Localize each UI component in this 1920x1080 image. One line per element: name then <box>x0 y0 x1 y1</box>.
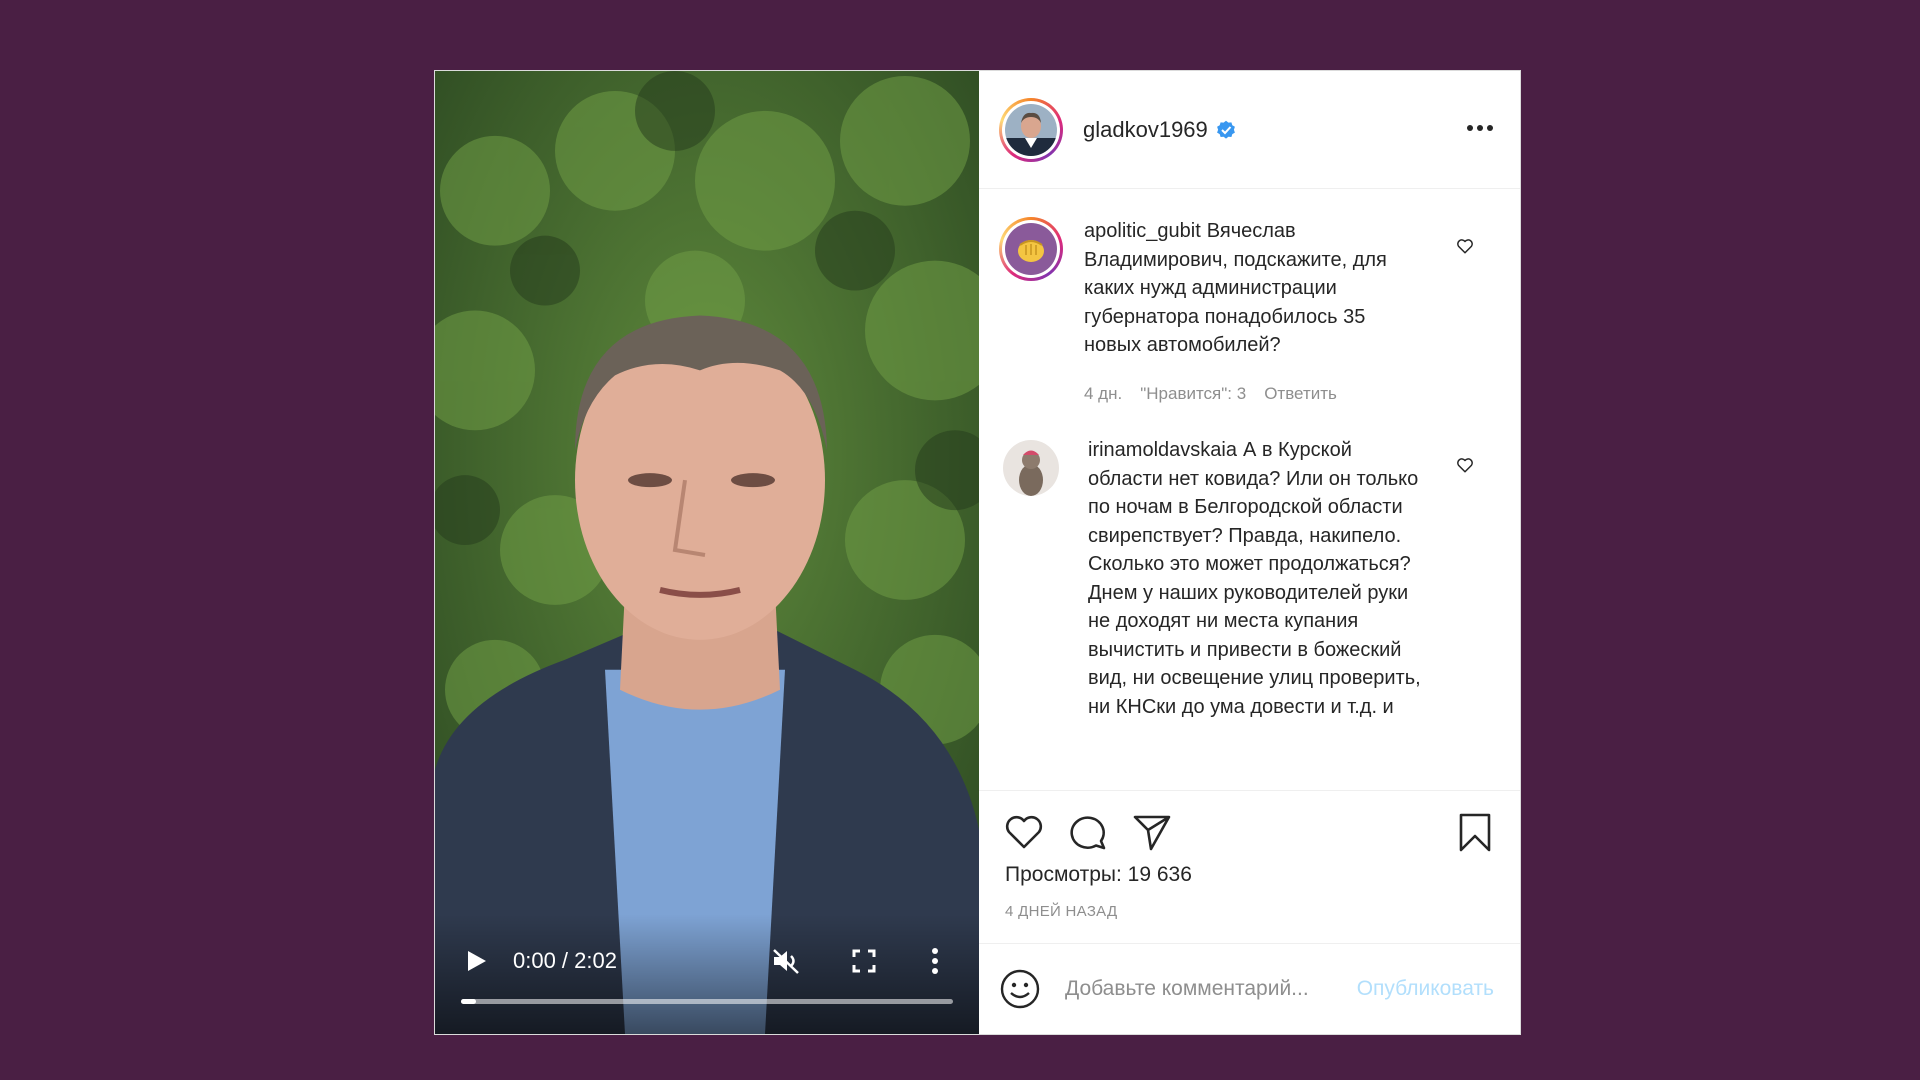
comment-text: А в Курской области нет ковида? Или он т… <box>1088 439 1421 718</box>
paper-plane-icon[interactable] <box>1131 811 1173 853</box>
comment-input[interactable] <box>1063 976 1337 1002</box>
comment-heart-icon[interactable] <box>1456 456 1474 474</box>
fullscreen-icon[interactable] <box>851 948 877 974</box>
comment-reply-button[interactable]: Ответить <box>1264 380 1337 409</box>
comment-age[interactable]: 4 дн. <box>1084 380 1122 409</box>
commenter-avatar[interactable] <box>1003 440 1059 496</box>
heart-icon[interactable] <box>1003 811 1045 853</box>
post-video[interactable]: 0:00 / 2:02 <box>435 71 979 1034</box>
post-sidebar: gladkov1969 apolitic_gubit Вячеслав Влад… <box>979 71 1520 1034</box>
fist-emoji-avatar <box>1005 223 1057 275</box>
comment-bubble-icon[interactable] <box>1067 811 1109 853</box>
author-avatar[interactable] <box>999 97 1063 162</box>
comment-likes[interactable]: "Нравится": 3 <box>1140 380 1246 409</box>
post-header: gladkov1969 <box>979 71 1520 189</box>
video-frame-person <box>435 71 979 1034</box>
smiley-icon[interactable] <box>999 968 1041 1010</box>
post-date[interactable]: 4 ДНЕЙ НАЗАД <box>1005 903 1117 920</box>
comment-heart-icon[interactable] <box>1456 237 1474 255</box>
view-count[interactable]: Просмотры: 19 636 <box>1005 863 1192 887</box>
bookmark-icon[interactable] <box>1454 811 1496 853</box>
comment-username[interactable]: apolitic_gubit <box>1084 220 1201 242</box>
video-progress-fill <box>461 999 476 1004</box>
instagram-post: 0:00 / 2:02 gladkov1969 apolitic_gubit В… <box>434 70 1521 1035</box>
add-comment-bar: Опубликовать <box>979 943 1520 1034</box>
play-icon[interactable] <box>463 948 489 974</box>
comment-item: irinamoldavskaia А в Курской области нет … <box>999 408 1500 721</box>
commenter-avatar[interactable] <box>999 217 1063 281</box>
more-options-icon[interactable] <box>1466 121 1494 135</box>
publish-button[interactable]: Опубликовать <box>1357 977 1494 1001</box>
comment-username[interactable]: irinamoldavskaia <box>1088 439 1237 461</box>
vertical-dots-icon[interactable] <box>929 946 941 976</box>
comments-list[interactable]: apolitic_gubit Вячеслав Владимирович, под… <box>979 189 1520 790</box>
post-actions: Просмотры: 19 636 4 ДНЕЙ НАЗАД <box>979 790 1520 943</box>
author-username[interactable]: gladkov1969 <box>1083 117 1208 143</box>
comment-item: apolitic_gubit Вячеслав Владимирович, под… <box>999 189 1500 408</box>
author-avatar-image <box>1005 103 1057 156</box>
verified-badge-icon <box>1216 120 1235 139</box>
muted-speaker-icon[interactable] <box>771 947 801 975</box>
video-time: 0:00 / 2:02 <box>513 948 617 973</box>
video-controls: 0:00 / 2:02 <box>435 914 979 1034</box>
video-progress-bar[interactable] <box>461 999 953 1004</box>
comment-meta: 4 дн. "Нравится": 3 Ответить <box>1084 380 1424 409</box>
